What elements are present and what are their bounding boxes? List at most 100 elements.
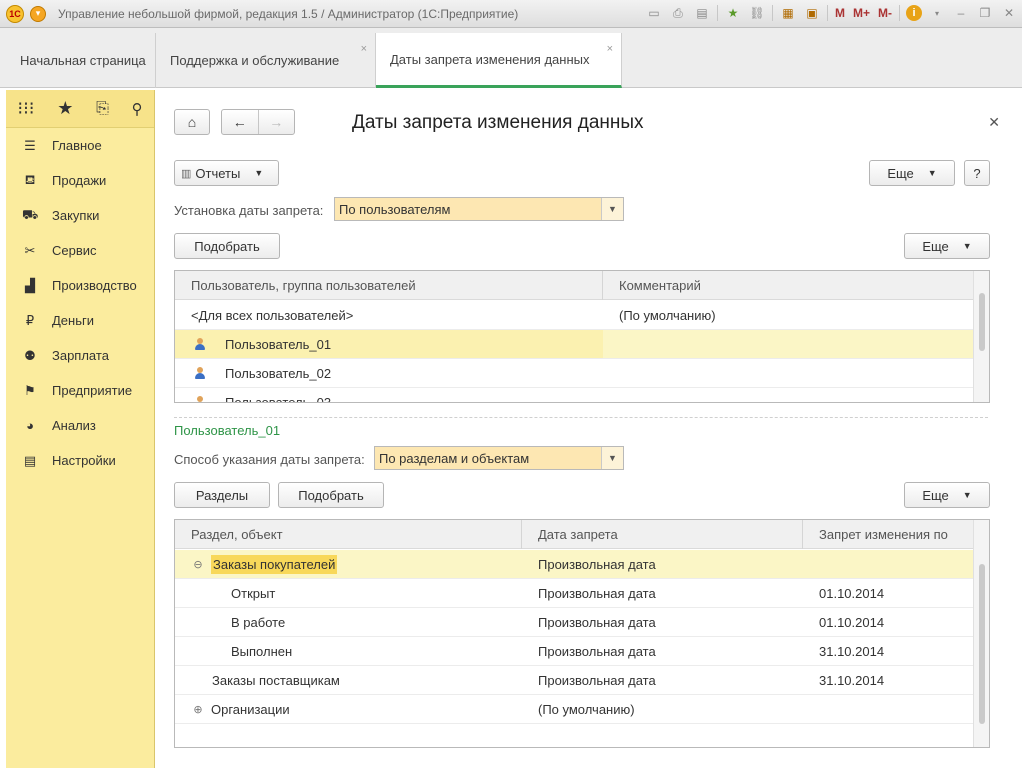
until-cell	[803, 550, 973, 578]
sections-scrollbar[interactable]	[973, 520, 989, 747]
chevron-down-icon[interactable]: ▼	[601, 198, 623, 220]
expand-icon[interactable]: ⊕	[193, 703, 203, 716]
save-icon[interactable]: ▭	[645, 4, 663, 22]
title-toolbar: ▭ ⎙ ▤ ★ ⛓ ▦ ▣ M M+ M- i ▾ – ❐ ✕	[645, 4, 1018, 22]
more-label: Еще	[887, 165, 914, 181]
sidebar-item-main[interactable]: ☰ Главное	[6, 128, 154, 163]
column-header-until[interactable]: Запрет изменения по	[803, 520, 973, 549]
sidebar-item-purchases[interactable]: ⛟ Закупки	[6, 198, 154, 233]
help-button[interactable]: ?	[964, 160, 990, 186]
sections-more-button[interactable]: Еще ▼	[904, 482, 990, 508]
more-button[interactable]: Еще ▼	[869, 160, 955, 186]
sections-table: Раздел, объект Дата запрета Запрет измен…	[174, 519, 990, 748]
sidebar-item-analysis[interactable]: ◕ Анализ	[6, 408, 154, 443]
tab-close-icon[interactable]: ×	[361, 43, 367, 55]
column-header-section[interactable]: Раздел, объект	[175, 520, 522, 549]
sections-panel: ⁝⁝⁝ ★ ⎘ ⚲ ☰ Главное ⛾ Продажи ⛟ Закупки ✂ Се…	[6, 90, 155, 768]
form-title: Даты запрета изменения данных	[352, 112, 644, 133]
tab-home[interactable]: Начальная страница	[6, 33, 156, 88]
memory-plus-button[interactable]: M+	[852, 4, 871, 22]
history-icon[interactable]: ⎘	[96, 100, 109, 118]
chevron-down-icon[interactable]: ▼	[601, 447, 623, 469]
info-icon[interactable]: i	[906, 5, 922, 21]
sidebar-item-salary[interactable]: ⚉ Зарплата	[6, 338, 154, 373]
divider	[174, 417, 988, 418]
sidebar-item-label: Главное	[52, 138, 102, 153]
title-bar: 1C ▾ Управление небольшой фирмой, редакц…	[0, 0, 1022, 28]
chevron-down-icon: ▼	[254, 168, 264, 178]
table-row[interactable]: Заказы поставщикам Произвольная дата 31.…	[175, 666, 973, 695]
table-row[interactable]: Пользователь_03	[175, 388, 973, 403]
tools-icon: ✂	[24, 242, 36, 258]
until-cell: 01.10.2014	[819, 585, 885, 601]
scrollbar-thumb[interactable]	[979, 293, 985, 351]
tab-closing-dates[interactable]: Даты запрета изменения данных ×	[376, 33, 622, 88]
minimize-icon[interactable]: –	[952, 4, 970, 22]
table-header: Раздел, объект Дата запрета Запрет измен…	[175, 520, 973, 549]
table-row[interactable]: Открыт Произвольная дата 01.10.2014	[175, 579, 973, 608]
main-menu-icon[interactable]: ▾	[30, 5, 46, 22]
section-cell: Выполнен	[231, 643, 293, 659]
close-window-icon[interactable]: ✕	[1000, 4, 1018, 22]
sidebar-item-label: Производство	[52, 278, 137, 293]
info-dropdown-icon[interactable]: ▾	[928, 4, 946, 22]
memory-button[interactable]: M	[834, 4, 846, 22]
toolbar-separator	[771, 5, 773, 21]
close-form-icon[interactable]: ✕	[988, 114, 1000, 131]
sidebar-item-settings[interactable]: ▤ Настройки	[6, 443, 154, 478]
table-row[interactable]: ⊕ Организации (По умолчанию)	[175, 695, 973, 724]
sidebar-item-enterprise[interactable]: ⚑ Предприятие	[6, 373, 154, 408]
users-scrollbar[interactable]	[973, 271, 989, 402]
print-icon[interactable]: ⎙	[669, 4, 687, 22]
toolbar-separator	[826, 5, 828, 21]
table-row-selected[interactable]: ⊖ Заказы покупателей Произвольная дата	[175, 550, 973, 579]
table-row[interactable]: Пользователь_02	[175, 359, 973, 388]
tab-support[interactable]: Поддержка и обслуживание ×	[156, 33, 376, 88]
app-logo-icon[interactable]: 1C	[6, 4, 24, 23]
user-cell: Пользователь_02	[225, 365, 332, 381]
toolbar-separator	[899, 5, 900, 21]
table-row[interactable]: В работе Произвольная дата 01.10.2014	[175, 608, 973, 637]
sidebar-item-service[interactable]: ✂ Сервис	[6, 233, 154, 268]
link-icon[interactable]: ⛓	[748, 4, 766, 22]
restore-icon[interactable]: ❐	[976, 4, 994, 22]
sidebar-item-money[interactable]: ₽ Деньги	[6, 303, 154, 338]
column-header-date[interactable]: Дата запрета	[522, 520, 803, 549]
sidebar-item-label: Предприятие	[52, 383, 133, 398]
memory-minus-button[interactable]: M-	[877, 4, 893, 22]
tab-close-icon[interactable]: ×	[607, 43, 613, 55]
favorites-icon[interactable]: ★	[57, 98, 73, 119]
report-icon: ▥	[181, 167, 192, 180]
column-header-comment[interactable]: Комментарий	[603, 271, 973, 300]
user-cell: Пользователь_01	[225, 336, 332, 352]
basket-icon: ⛾	[24, 171, 36, 187]
sidebar-item-production[interactable]: ▟ Производство	[6, 268, 154, 303]
user-cell: Пользователь_03	[225, 394, 332, 403]
pick-objects-button[interactable]: Подобрать	[278, 482, 384, 508]
method-select[interactable]: По разделам и объектам ▼	[374, 446, 624, 470]
setting-select[interactable]: По пользователям ▼	[334, 197, 624, 221]
tab-label: Начальная страница	[20, 53, 146, 68]
home-button[interactable]: ⌂	[174, 109, 210, 135]
forward-icon[interactable]: →	[258, 114, 294, 130]
table-row[interactable]: <Для всех пользователей> (По умолчанию)	[175, 301, 973, 330]
all-functions-icon[interactable]: ⁝⁝⁝	[17, 98, 34, 119]
table-row-selected[interactable]: Пользователь_01	[175, 330, 973, 359]
sections-button[interactable]: Разделы	[174, 482, 270, 508]
sidebar-item-sales[interactable]: ⛾ Продажи	[6, 163, 154, 198]
search-icon[interactable]: ⚲	[132, 100, 143, 118]
calendar-icon[interactable]: ▣	[803, 4, 821, 22]
reports-button[interactable]: ▥ Отчеты ▼	[174, 160, 279, 186]
column-header-user[interactable]: Пользователь, группа пользователей	[175, 271, 603, 300]
favorites-add-icon[interactable]: ★	[724, 4, 742, 22]
collapse-icon[interactable]: ⊖	[193, 558, 203, 571]
preview-icon[interactable]: ▤	[693, 4, 711, 22]
calculator-icon[interactable]: ▦	[779, 4, 797, 22]
back-icon[interactable]: ←	[222, 114, 258, 130]
users-more-button[interactable]: Еще ▼	[904, 233, 990, 259]
comment-cell	[603, 388, 973, 402]
scrollbar-thumb[interactable]	[979, 564, 985, 724]
table-row[interactable]: Выполнен Произвольная дата 31.10.2014	[175, 637, 973, 666]
pick-label: Подобрать	[298, 487, 364, 503]
pick-users-button[interactable]: Подобрать	[174, 233, 280, 259]
